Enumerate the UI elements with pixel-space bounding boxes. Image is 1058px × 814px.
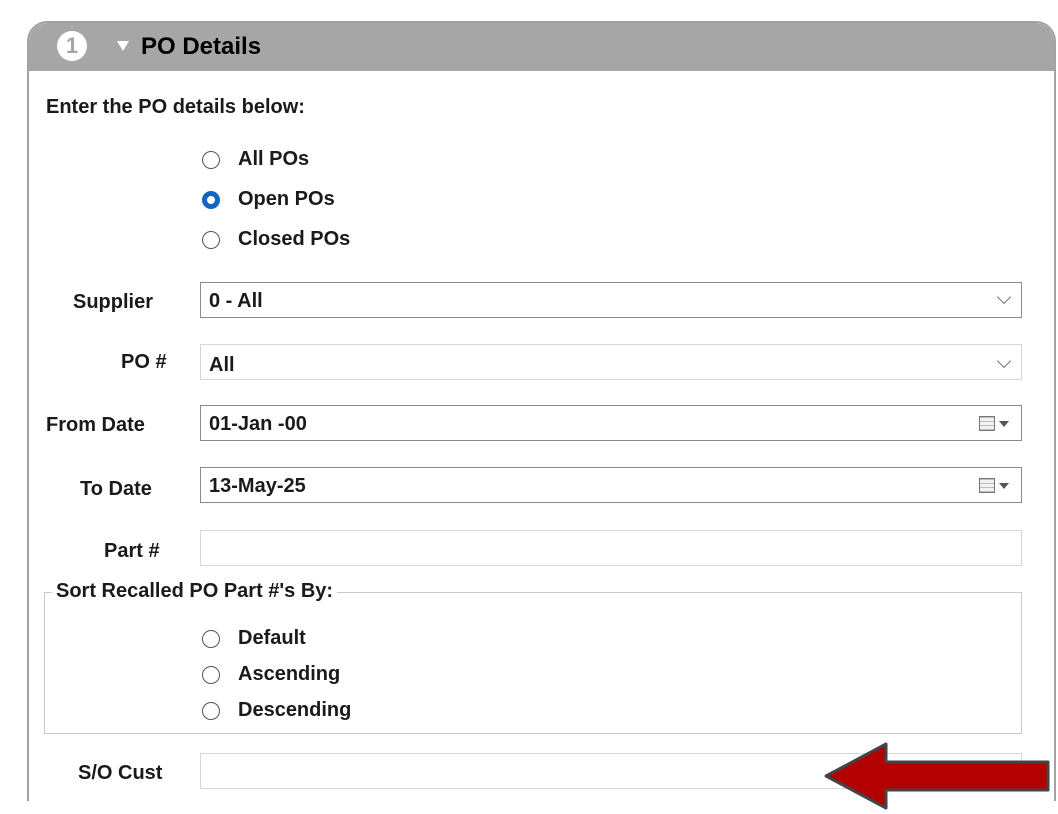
chevron-down-icon[interactable] (996, 353, 1012, 369)
calendar-icon[interactable] (979, 478, 995, 493)
part-number-input[interactable] (200, 530, 1022, 566)
from-date-value: 01-Jan -00 (209, 413, 307, 435)
radio-sort-default-label[interactable]: Default (238, 627, 306, 650)
po-number-select[interactable]: All (200, 344, 1022, 380)
po-number-value: All (209, 354, 235, 376)
supplier-value: 0 - All (209, 290, 263, 312)
from-date-input[interactable]: 01-Jan -00 (200, 405, 1022, 441)
radio-closed-pos-label[interactable]: Closed POs (238, 228, 350, 251)
calendar-icon[interactable] (979, 416, 995, 431)
radio-sort-descending-label[interactable]: Descending (238, 699, 351, 722)
radio-sort-descending[interactable] (202, 702, 220, 720)
radio-sort-ascending[interactable] (202, 666, 220, 684)
panel-title: PO Details (141, 33, 262, 60)
radio-all-pos-label[interactable]: All POs (238, 148, 309, 171)
sort-legend: Sort Recalled PO Part #'s By: (52, 580, 338, 603)
sort-fieldset (44, 592, 1022, 734)
radio-sort-ascending-label[interactable]: Ascending (238, 663, 340, 686)
po-number-label: PO # (121, 351, 167, 373)
supplier-label: Supplier (73, 291, 154, 313)
to-date-input[interactable]: 13-May-25 (200, 467, 1022, 503)
supplier-select[interactable]: 0 - All (200, 282, 1022, 318)
part-number-label: Part # (104, 540, 160, 562)
radio-open-pos[interactable] (202, 191, 220, 209)
calendar-dropdown-icon[interactable] (999, 483, 1009, 489)
intro-text: Enter the PO details below: (46, 96, 305, 118)
radio-all-pos[interactable] (202, 151, 220, 169)
step-number-icon: 1 (57, 31, 87, 61)
to-date-label: To Date (80, 478, 152, 500)
calendar-dropdown-icon[interactable] (999, 421, 1009, 427)
radio-closed-pos[interactable] (202, 231, 220, 249)
collapse-triangle-icon[interactable] (117, 41, 129, 51)
to-date-value: 13-May-25 (209, 475, 306, 497)
chevron-down-icon[interactable] (996, 289, 1012, 305)
annotation-arrow-icon (824, 742, 1050, 810)
from-date-label: From Date (46, 414, 145, 436)
radio-open-pos-label[interactable]: Open POs (238, 188, 335, 211)
radio-sort-default[interactable] (202, 630, 220, 648)
so-cust-label: S/O Cust (78, 762, 163, 784)
panel-header[interactable]: 1 PO Details (29, 23, 1054, 71)
